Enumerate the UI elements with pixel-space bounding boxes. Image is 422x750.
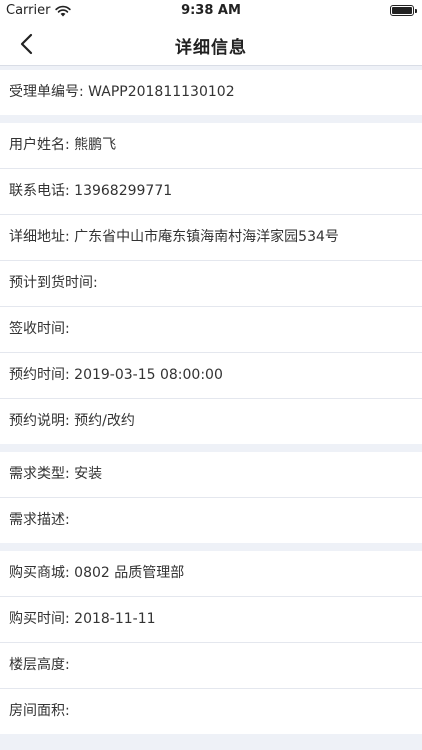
row-phone: 联系电话: 13968299771 bbox=[0, 169, 422, 215]
row-request-type: 需求类型: 安装 bbox=[0, 452, 422, 498]
row-value: 2019-03-15 08:00:00 bbox=[74, 367, 223, 383]
section-purchase: 购买商城: 0802 品质管理部 购买时间: 2018-11-11 楼层高度: … bbox=[0, 551, 422, 734]
row-value: 预约/改约 bbox=[74, 413, 135, 429]
row-value: 熊鹏飞 bbox=[74, 137, 117, 153]
row-appointment-note: 预约说明: 预约/改约 bbox=[0, 399, 422, 444]
status-time: 9:38 AM bbox=[181, 3, 241, 18]
row-label: 需求类型: bbox=[9, 466, 70, 482]
row-value: WAPP201811130102 bbox=[88, 84, 235, 100]
detail-content: 受理单编号: WAPP201811130102 用户姓名: 熊鹏飞 联系电话: … bbox=[0, 70, 422, 742]
row-floor-height: 楼层高度: bbox=[0, 643, 422, 689]
row-label: 购买商城: bbox=[9, 565, 70, 581]
row-value: 安装 bbox=[74, 466, 103, 482]
row-value: 2018-11-11 bbox=[74, 611, 156, 627]
row-room-area: 房间面积: bbox=[0, 689, 422, 734]
navigation-bar: 详细信息 bbox=[0, 22, 422, 66]
row-request-description: 需求描述: bbox=[0, 498, 422, 543]
row-label: 楼层高度: bbox=[9, 657, 70, 673]
row-value: 13968299771 bbox=[74, 183, 173, 199]
section-customer: 用户姓名: 熊鹏飞 联系电话: 13968299771 详细地址: 广东省中山市… bbox=[0, 123, 422, 444]
section-request: 需求类型: 安装 需求描述: bbox=[0, 452, 422, 543]
battery-icon bbox=[390, 5, 417, 16]
row-label: 预约时间: bbox=[9, 367, 70, 383]
row-appointment-time: 预约时间: 2019-03-15 08:00:00 bbox=[0, 353, 422, 399]
row-sign-time: 签收时间: bbox=[0, 307, 422, 353]
row-label: 联系电话: bbox=[9, 183, 70, 199]
row-label: 预计到货时间: bbox=[9, 275, 98, 291]
row-label: 购买时间: bbox=[9, 611, 70, 627]
row-value: 广东省中山市庵东镇海南村海洋家园534号 bbox=[74, 229, 339, 245]
section-order: 受理单编号: WAPP201811130102 bbox=[0, 70, 422, 115]
row-label: 用户姓名: bbox=[9, 137, 70, 153]
row-user-name: 用户姓名: 熊鹏飞 bbox=[0, 123, 422, 169]
row-purchase-store: 购买商城: 0802 品质管理部 bbox=[0, 551, 422, 597]
row-address: 详细地址: 广东省中山市庵东镇海南村海洋家园534号 bbox=[0, 215, 422, 261]
row-value: 0802 品质管理部 bbox=[74, 565, 185, 581]
row-label: 房间面积: bbox=[9, 703, 70, 719]
row-purchase-time: 购买时间: 2018-11-11 bbox=[0, 597, 422, 643]
row-order-number: 受理单编号: WAPP201811130102 bbox=[0, 70, 422, 115]
row-label: 详细地址: bbox=[9, 229, 70, 245]
status-bar: Carrier 9:38 AM bbox=[0, 0, 422, 22]
row-label: 需求描述: bbox=[9, 512, 70, 528]
row-label: 签收时间: bbox=[9, 321, 70, 337]
row-label: 受理单编号: bbox=[9, 84, 84, 100]
row-expected-delivery: 预计到货时间: bbox=[0, 261, 422, 307]
row-label: 预约说明: bbox=[9, 413, 70, 429]
page-title: 详细信息 bbox=[175, 38, 247, 58]
